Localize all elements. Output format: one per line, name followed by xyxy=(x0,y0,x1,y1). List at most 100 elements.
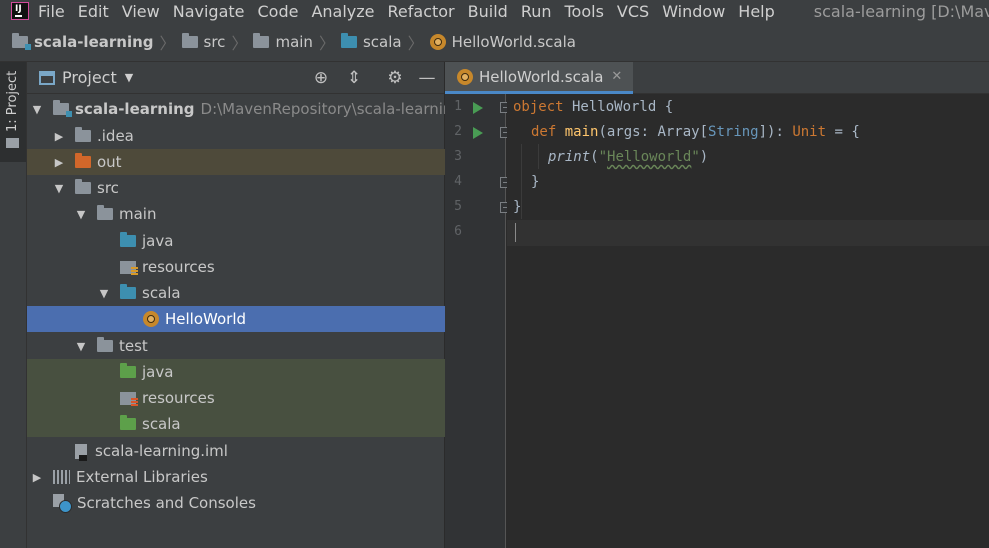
breadcrumb-label: scala-learning xyxy=(34,32,154,51)
folder-icon xyxy=(181,32,198,48)
expanded-arrow-icon[interactable]: ▼ xyxy=(98,287,110,300)
tree-path: D:\MavenRepository\scala-learning xyxy=(200,100,462,118)
tree-item-external-libraries[interactable]: ▶ External Libraries xyxy=(27,464,445,490)
tree-item-test-resources[interactable]: ▶ resources xyxy=(27,385,445,411)
tree-label: src xyxy=(97,179,119,197)
locate-icon[interactable]: ⊕ xyxy=(311,68,331,88)
code-line-3: print("Helloworld") xyxy=(548,145,708,170)
tree-item-iml[interactable]: ▶ scala-learning.iml xyxy=(27,438,445,464)
project-view-selector[interactable]: Project xyxy=(62,68,117,87)
tree-label: main xyxy=(119,205,157,223)
excluded-folder-icon xyxy=(75,153,91,168)
menu-help[interactable]: Help xyxy=(738,2,780,21)
expanded-arrow-icon[interactable]: ▼ xyxy=(53,182,65,195)
breadcrumb-item-scala[interactable]: scala xyxy=(340,32,402,51)
tree-label: test xyxy=(119,337,148,355)
code-token: (args: Array[ xyxy=(598,124,709,140)
breadcrumb-label: HelloWorld.scala xyxy=(451,32,576,51)
code-line-2: def main(args: Array[String]): Unit = { xyxy=(531,120,860,145)
scala-object-icon xyxy=(429,33,446,50)
line-number: 6 xyxy=(454,224,462,239)
test-resources-folder-icon xyxy=(120,391,138,406)
tree-item-out[interactable]: ▶ out xyxy=(27,149,445,175)
close-icon[interactable]: ✕ xyxy=(611,69,622,84)
collapsed-arrow-icon[interactable]: ▶ xyxy=(53,130,65,143)
expanded-arrow-icon[interactable]: ▼ xyxy=(75,208,87,221)
code-editor[interactable]: object HelloWorld { def main(args: Array… xyxy=(507,94,989,548)
source-folder-icon xyxy=(120,284,136,299)
editor-tab-bar: HelloWorld.scala ✕ xyxy=(445,62,989,94)
library-icon xyxy=(53,470,70,484)
run-icon[interactable] xyxy=(473,102,483,114)
project-window-icon xyxy=(39,70,55,85)
tree-label: scala-learning xyxy=(75,100,195,118)
tree-item-test-scala[interactable]: ▶ scala xyxy=(27,411,445,437)
tree-item-test[interactable]: ▼ test xyxy=(27,333,445,359)
expanded-arrow-icon[interactable]: ▼ xyxy=(75,340,87,353)
tree-label: resources xyxy=(142,389,215,407)
tree-item-scratches[interactable]: ▶ Scratches and Consoles xyxy=(27,490,445,516)
code-token: HelloWorld { xyxy=(563,99,674,115)
minimize-icon[interactable]: — xyxy=(417,68,437,88)
tree-item-helloworld[interactable]: ▶ HelloWorld xyxy=(27,306,445,332)
tree-item-main[interactable]: ▼ main xyxy=(27,201,445,227)
module-folder-icon xyxy=(53,100,72,117)
tree-label: resources xyxy=(142,258,215,276)
tree-label: out xyxy=(97,153,122,171)
gear-icon[interactable]: ⚙ xyxy=(385,68,405,88)
code-token: ]): xyxy=(758,124,793,140)
code-token: def xyxy=(531,124,557,140)
code-token: main xyxy=(564,124,599,140)
menu-code[interactable]: Code xyxy=(258,2,305,21)
tab-label: HelloWorld.scala xyxy=(479,67,604,86)
code-token: " xyxy=(598,149,608,165)
breadcrumb-item-project[interactable]: scala-learning xyxy=(12,32,154,51)
tree-label: scala xyxy=(142,284,181,302)
breadcrumb-label: scala xyxy=(362,32,402,51)
breadcrumb-label: src xyxy=(203,32,226,51)
line-number: 5 xyxy=(454,199,462,214)
tree-item-main-resources[interactable]: ▶ resources xyxy=(27,254,445,280)
run-icon[interactable] xyxy=(473,127,483,139)
collapse-icon[interactable]: ⇕ xyxy=(344,68,364,88)
menu-navigate[interactable]: Navigate xyxy=(173,2,251,21)
line-number: 4 xyxy=(454,174,462,189)
code-token: ( xyxy=(590,149,599,165)
breadcrumb-item-file[interactable]: HelloWorld.scala xyxy=(429,32,576,51)
tree-label: scala xyxy=(142,415,181,433)
menu-view[interactable]: View xyxy=(122,2,166,21)
tree-label: java xyxy=(142,363,174,381)
scala-object-icon xyxy=(143,311,159,327)
menu-vcs[interactable]: VCS xyxy=(617,2,655,21)
code-token: " xyxy=(691,149,700,165)
expanded-arrow-icon[interactable]: ▼ xyxy=(31,103,43,116)
tree-item-project-root[interactable]: ▼ scala-learning D:\MavenRepository\scal… xyxy=(27,96,462,122)
menu-analyze[interactable]: Analyze xyxy=(311,2,380,21)
menu-run[interactable]: Run xyxy=(521,2,558,21)
tree-item-idea[interactable]: ▶ .idea xyxy=(27,123,445,149)
tree-item-main-java[interactable]: ▶ java xyxy=(27,228,445,254)
text-caret xyxy=(515,223,516,242)
menu-tools[interactable]: Tools xyxy=(565,2,610,21)
tree-item-src[interactable]: ▼ src xyxy=(27,175,445,201)
project-tool-tab-label: 1: Project xyxy=(5,70,20,132)
window-title: scala-learning [D:\Maven xyxy=(813,1,989,21)
menu-file[interactable]: File xyxy=(38,2,71,21)
breadcrumb-separator-icon: 〉 xyxy=(407,33,424,53)
folder-icon xyxy=(75,127,91,142)
project-tool-tab[interactable]: 1: Project xyxy=(0,62,26,162)
menu-edit[interactable]: Edit xyxy=(78,2,115,21)
tree-label: scala-learning.iml xyxy=(95,442,228,460)
code-token: Helloworld xyxy=(607,149,692,165)
triangle-down-icon[interactable]: ▼ xyxy=(125,71,133,84)
menu-refactor[interactable]: Refactor xyxy=(388,2,461,21)
menu-window[interactable]: Window xyxy=(662,2,731,21)
breadcrumb-item-src[interactable]: src xyxy=(181,32,226,51)
collapsed-arrow-icon[interactable]: ▶ xyxy=(31,471,43,484)
tab-helloworld-scala[interactable]: HelloWorld.scala ✕ xyxy=(445,62,633,94)
tree-item-test-java[interactable]: ▶ java xyxy=(27,359,445,385)
breadcrumb-item-main[interactable]: main xyxy=(253,32,313,51)
tree-item-main-scala[interactable]: ▼ scala xyxy=(27,280,445,306)
collapsed-arrow-icon[interactable]: ▶ xyxy=(53,156,65,169)
menu-build[interactable]: Build xyxy=(468,2,514,21)
